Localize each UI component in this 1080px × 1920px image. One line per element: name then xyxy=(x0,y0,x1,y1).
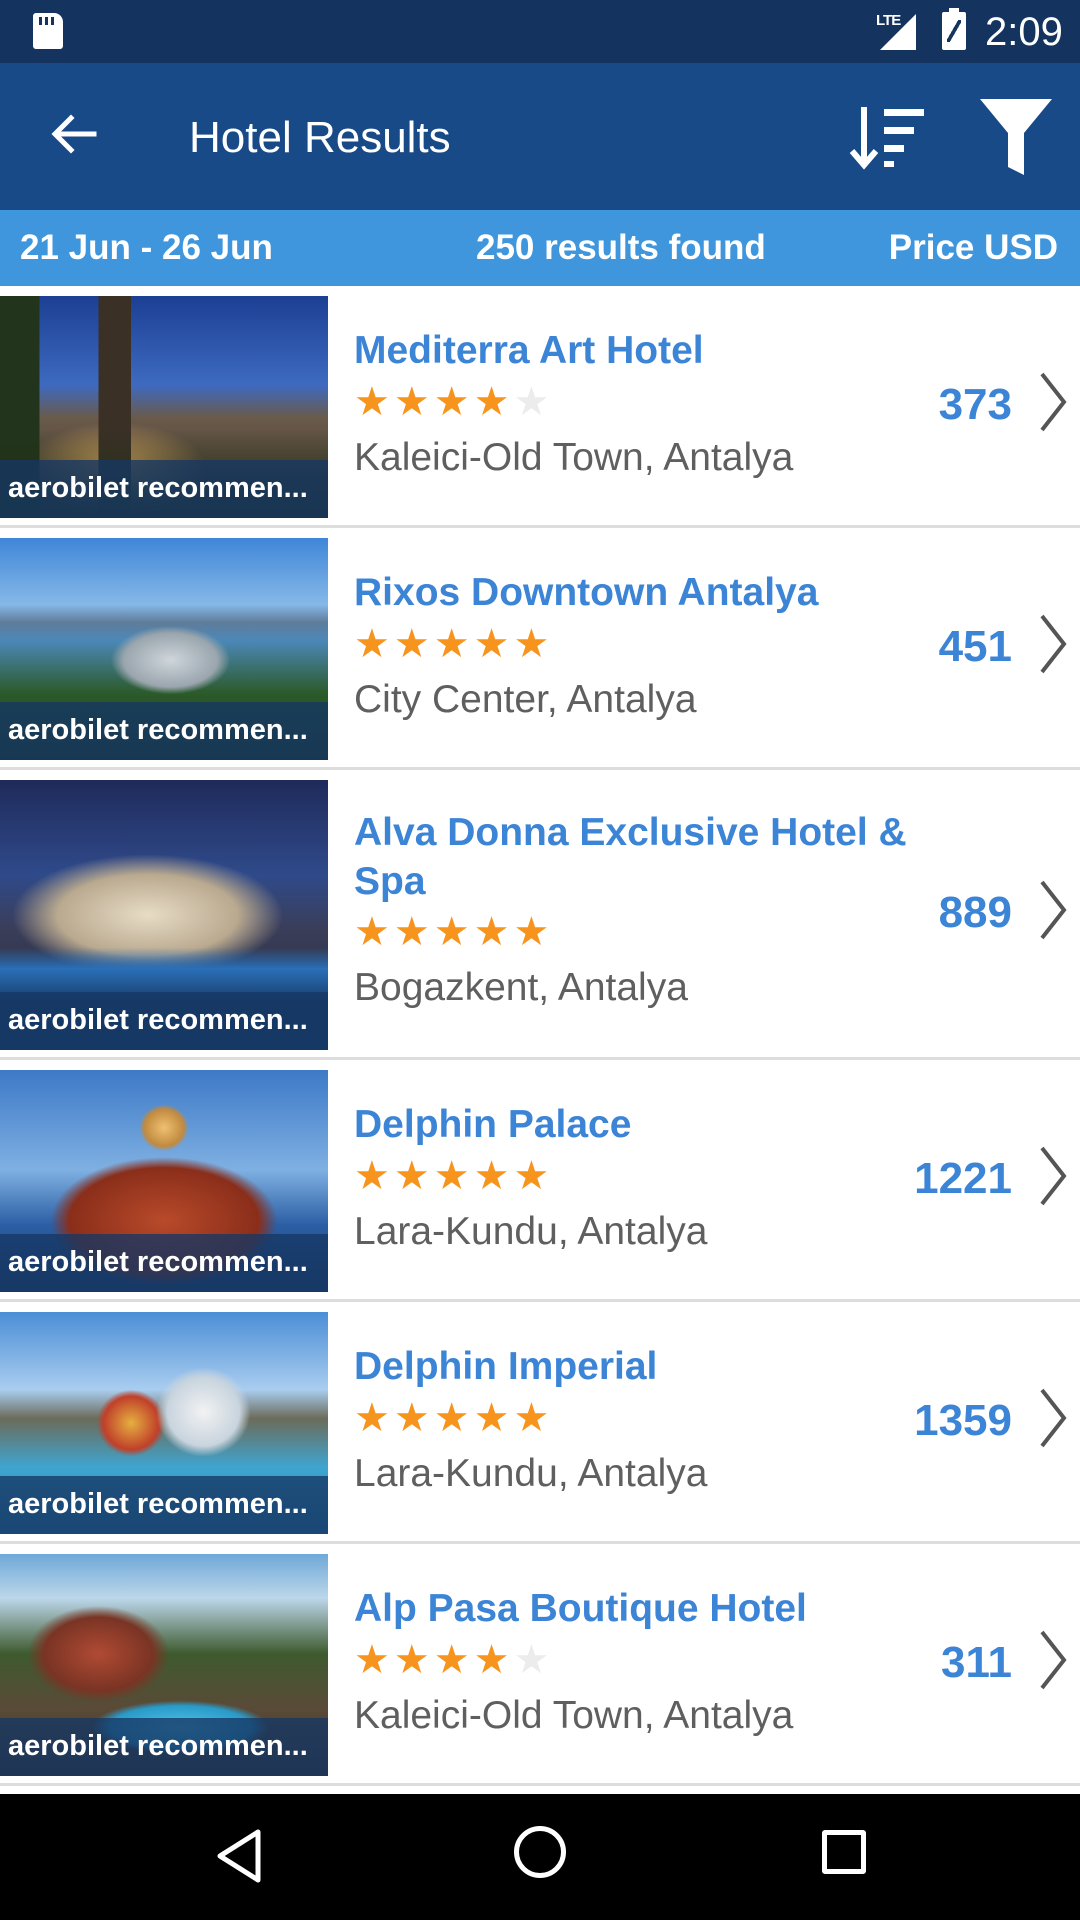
filter-icon xyxy=(980,99,1052,175)
star-icon: ★★★★★ xyxy=(354,910,554,954)
hotel-location: Bogazkent, Antalya xyxy=(354,966,688,1009)
hotel-name: Delphin Imperial xyxy=(354,1345,658,1388)
filter-button[interactable] xyxy=(980,99,1052,175)
hotel-location: Lara-Kundu, Antalya xyxy=(354,1452,708,1495)
sort-button[interactable] xyxy=(848,101,928,175)
hotel-card[interactable]: aerobilet recommen... Mediterra Art Hote… xyxy=(0,286,1080,528)
hotel-price: 1221 xyxy=(914,1154,1012,1203)
hotel-name: Delphin Palace xyxy=(354,1103,632,1146)
hotel-name: Alp Pasa Boutique Hotel xyxy=(354,1587,807,1630)
chevron-right-icon xyxy=(1040,372,1067,432)
status-bar: LTE 2:09 xyxy=(0,0,1080,63)
search-summary-bar: 21 Jun - 26 Jun 250 results found Price … xyxy=(0,210,1080,286)
status-clock: 2:09 xyxy=(985,10,1063,54)
hotel-price: 889 xyxy=(938,888,1012,937)
chevron-right-icon xyxy=(1040,614,1067,674)
result-count: 250 results found xyxy=(476,228,766,267)
hotel-price: 1359 xyxy=(914,1396,1012,1445)
hotel-price: 373 xyxy=(938,380,1012,429)
network-type-label: LTE xyxy=(876,12,901,29)
nav-back-icon[interactable] xyxy=(210,1826,270,1886)
hotel-card[interactable]: aerobilet recommen... Alva Donna Exclusi… xyxy=(0,770,1080,1060)
star-icon: ★★★★★ xyxy=(354,1396,554,1440)
star-icon: ★★★★★ xyxy=(354,622,554,666)
hotel-card[interactable]: aerobilet recommen... Delphin Palace ★★★… xyxy=(0,1060,1080,1302)
hotel-location: Kaleici-Old Town, Antalya xyxy=(354,436,794,479)
chevron-right-icon xyxy=(1040,1388,1067,1448)
hotel-location: Lara-Kundu, Antalya xyxy=(354,1210,708,1253)
hotel-photo: aerobilet recommen... xyxy=(0,780,328,1050)
star-empty-icon: ★ xyxy=(513,1638,554,1682)
star-rating: ★★★★★ xyxy=(354,1156,553,1196)
hotel-photo: aerobilet recommen... xyxy=(0,296,328,518)
hotel-location: Kaleici-Old Town, Antalya xyxy=(354,1694,794,1737)
sort-icon xyxy=(849,107,924,170)
nav-recent-apps-icon[interactable] xyxy=(822,1830,866,1874)
hotel-location: City Center, Antalya xyxy=(354,678,697,721)
star-rating: ★★★★★ xyxy=(354,912,553,952)
star-icon: ★★★★ xyxy=(354,1638,514,1682)
chevron-right-icon xyxy=(1040,1146,1067,1206)
nav-home-icon[interactable] xyxy=(514,1826,566,1878)
hotel-list: aerobilet recommen... Mediterra Art Hote… xyxy=(0,286,1080,1786)
hotel-name: Rixos Downtown Antalya xyxy=(354,571,819,614)
sd-card-icon xyxy=(33,13,63,49)
hotel-photo: aerobilet recommen... xyxy=(0,1312,328,1534)
chevron-right-icon xyxy=(1040,880,1067,940)
back-button[interactable] xyxy=(40,103,106,169)
app-bar: Hotel Results xyxy=(0,63,1080,210)
hotel-price: 451 xyxy=(938,622,1012,671)
recommended-badge: aerobilet recommen... xyxy=(0,1476,328,1534)
hotel-photo: aerobilet recommen... xyxy=(0,538,328,760)
recommended-badge: aerobilet recommen... xyxy=(0,460,328,518)
hotel-photo: aerobilet recommen... xyxy=(0,1070,328,1292)
price-currency[interactable]: Price USD xyxy=(889,228,1058,268)
recommended-badge: aerobilet recommen... xyxy=(0,1234,328,1292)
star-rating: ★★★★★ xyxy=(354,1398,553,1438)
hotel-name: Alva Donna Exclusive Hotel & Spa xyxy=(354,811,907,903)
date-range: 21 Jun - 26 Jun xyxy=(20,228,273,267)
star-empty-icon: ★ xyxy=(513,380,554,424)
star-icon: ★★★★ xyxy=(354,380,514,424)
star-icon: ★★★★★ xyxy=(354,1154,554,1198)
battery-icon xyxy=(942,8,966,50)
recommended-badge: aerobilet recommen... xyxy=(0,1718,328,1776)
page-title: Hotel Results xyxy=(189,113,451,162)
hotel-card[interactable]: aerobilet recommen... Rixos Downtown Ant… xyxy=(0,528,1080,770)
star-rating: ★★★★★ xyxy=(354,624,553,664)
hotel-photo: aerobilet recommen... xyxy=(0,1554,328,1776)
recommended-badge: aerobilet recommen... xyxy=(0,702,328,760)
back-arrow-icon xyxy=(51,114,97,154)
hotel-name: Mediterra Art Hotel xyxy=(354,329,704,372)
hotel-price: 311 xyxy=(941,1638,1012,1687)
star-rating: ★★★★★ xyxy=(354,382,553,422)
hotel-card[interactable]: aerobilet recommen... Delphin Imperial ★… xyxy=(0,1302,1080,1544)
recommended-badge: aerobilet recommen... xyxy=(0,992,328,1050)
hotel-card[interactable]: aerobilet recommen... Alp Pasa Boutique … xyxy=(0,1544,1080,1786)
star-rating: ★★★★★ xyxy=(354,1640,553,1680)
system-nav-bar xyxy=(0,1794,1080,1920)
chevron-right-icon xyxy=(1040,1630,1067,1690)
